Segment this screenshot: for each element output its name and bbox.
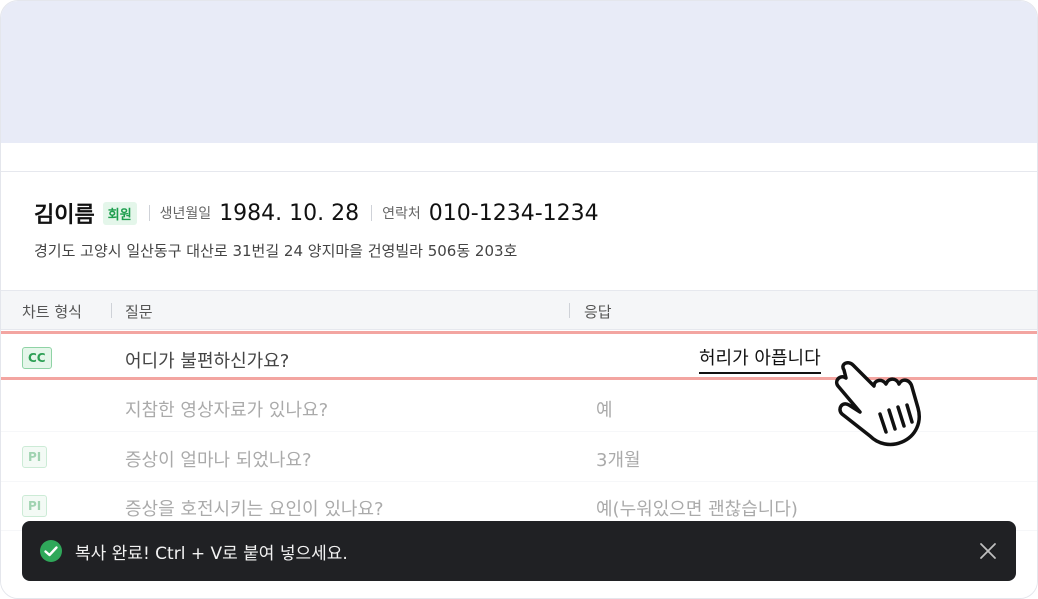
- question-cell: 지참한 영상자료가 있나요?: [125, 400, 329, 421]
- chart-type-badge: PI: [22, 495, 48, 517]
- birth-label: 생년월일: [159, 206, 212, 222]
- patient-info-line: 김이름 회원 생년월일 1984. 10. 28 연락처 010-1234-12…: [34, 198, 599, 229]
- divider: [371, 205, 373, 221]
- question-cell: 어디가 불편하신가요?: [125, 351, 290, 372]
- toast-message: 복사 완료! Ctrl + V로 붙여 넣으세요.: [75, 543, 348, 564]
- chart-type-badge: CC: [22, 347, 52, 369]
- check-circle-icon: [40, 540, 62, 562]
- answer-cell-highlighted[interactable]: 허리가 아픕니다: [699, 344, 821, 374]
- hand-pointer-icon: [834, 361, 921, 447]
- patient-address: 경기도 고양시 일산동구 대산로 31번길 24 양지마을 건영빌라 506동 …: [34, 242, 518, 260]
- member-badge: 회원: [102, 201, 137, 225]
- patient-name: 김이름: [34, 203, 95, 228]
- divider: [148, 205, 150, 221]
- table-header: 차트 형식 질문 응답: [1, 290, 1037, 330]
- answer-cell: 예: [596, 400, 613, 421]
- question-cell: 증상이 얼마나 되었나요?: [125, 450, 312, 471]
- chart-type-badge: PI: [22, 446, 48, 468]
- close-icon[interactable]: [978, 541, 998, 561]
- answer-cell: 예(누워있으면 괜찮습니다): [596, 499, 798, 520]
- birth-value: 1984. 10. 28: [219, 200, 360, 226]
- copy-toast: 복사 완료! Ctrl + V로 붙여 넣으세요.: [22, 521, 1016, 581]
- contact-value: 010-1234-1234: [428, 200, 599, 226]
- header-band: [1, 1, 1037, 143]
- question-cell: 증상을 호전시키는 요인이 있나요?: [125, 499, 384, 520]
- contact-label: 연락처: [382, 206, 421, 222]
- header-type: 차트 형식: [22, 303, 82, 321]
- header-question: 질문: [125, 303, 153, 321]
- header-divider: [569, 303, 570, 318]
- header-answer: 응답: [584, 303, 612, 321]
- answer-cell: 3개월: [596, 450, 641, 471]
- app-window: 김이름 회원 생년월일 1984. 10. 28 연락처 010-1234-12…: [0, 0, 1038, 599]
- header-divider: [111, 303, 112, 318]
